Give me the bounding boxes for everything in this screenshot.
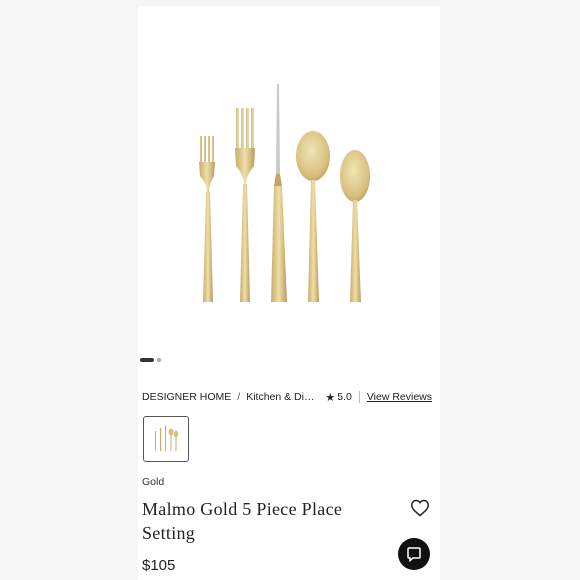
product-image-carousel[interactable]	[138, 6, 440, 374]
breadcrumb-brand[interactable]: DESIGNER HOME	[142, 391, 231, 403]
product-title: Malmo Gold 5 Piece Place Setting	[142, 499, 343, 543]
product-price: $105	[142, 557, 176, 574]
knife	[271, 84, 287, 302]
breadcrumb-category[interactable]: Kitchen & Din…	[246, 391, 318, 403]
view-reviews-link[interactable]: View Reviews	[367, 391, 432, 403]
divider	[358, 391, 360, 403]
dinner-fork	[235, 108, 255, 302]
carousel-pager[interactable]	[140, 358, 161, 362]
rating-value: 5.0	[337, 391, 352, 403]
teaspoon	[340, 150, 370, 302]
chat-icon[interactable]	[398, 538, 430, 570]
color-swatch-gold[interactable]	[143, 416, 189, 462]
selected-color-label: Gold	[142, 476, 165, 488]
pager-dot-active[interactable]	[140, 358, 154, 362]
soup-spoon	[296, 131, 330, 302]
salad-fork	[199, 136, 215, 302]
swatch-thumbnail	[155, 426, 179, 451]
pager-dot[interactable]	[157, 358, 161, 362]
breadcrumb: DESIGNER HOME / Kitchen & Din… ★ 5.0 Vie…	[142, 388, 432, 406]
heart-icon[interactable]	[410, 498, 430, 518]
flatware-image	[199, 84, 370, 302]
star-icon: ★	[325, 391, 336, 404]
product-page: DESIGNER HOME / Kitchen & Din… ★ 5.0 Vie…	[138, 6, 440, 580]
rating-summary: ★ 5.0 View Reviews	[325, 391, 432, 404]
breadcrumb-separator: /	[237, 391, 241, 403]
